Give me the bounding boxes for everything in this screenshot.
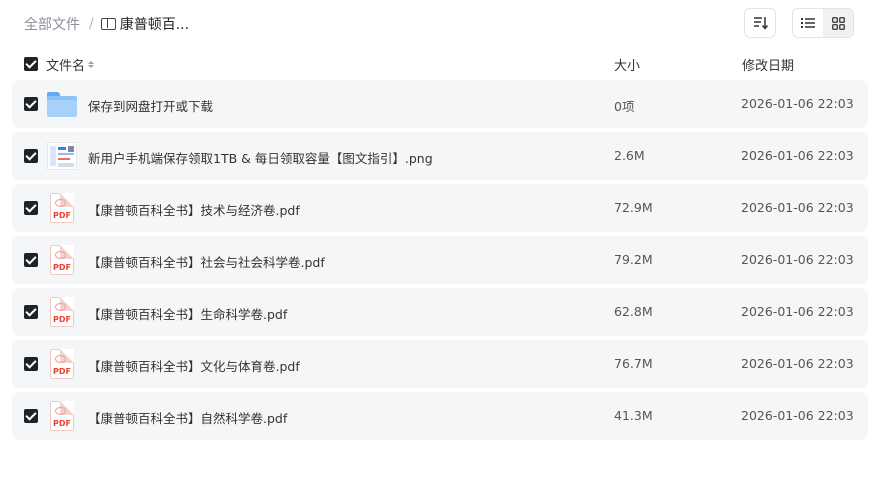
pdf-icon-label: PDF (53, 419, 71, 428)
top-bar: 全部文件 / 康普顿百... (0, 0, 878, 48)
row-checkbox[interactable] (24, 97, 38, 111)
pdf-icon: PDF (47, 245, 77, 275)
file-size: 72.9M (614, 200, 653, 215)
file-size: 0项 (614, 99, 635, 114)
file-date: 2026-01-06 22:03 (741, 356, 854, 371)
list-view-icon (801, 18, 815, 28)
file-row[interactable]: PDF 【康普顿百科全书】社会与社会科学卷.pdf 79.2M 2026-01-… (12, 236, 868, 284)
row-checkbox[interactable] (24, 409, 38, 423)
file-date: 2026-01-06 22:03 (741, 148, 854, 163)
file-name[interactable]: 【康普顿百科全书】自然科学卷.pdf (88, 408, 287, 427)
file-date: 2026-01-06 22:03 (741, 96, 854, 111)
pdf-icon: PDF (47, 349, 77, 379)
row-checkbox[interactable] (24, 149, 38, 163)
grid-view-button[interactable] (823, 9, 853, 37)
file-list-header: 文件名 大小 修改日期 (12, 50, 868, 78)
size-column-header: 大小 (614, 59, 641, 74)
file-row[interactable]: 新用户手机端保存领取1TB & 每日领取容量【图文指引】.png 2.6M 20… (12, 132, 868, 180)
breadcrumb-current-label: 康普顿百... (119, 17, 190, 33)
pdf-icon: PDF (47, 193, 77, 223)
file-date: 2026-01-06 22:03 (741, 408, 854, 423)
file-date: 2026-01-06 22:03 (741, 304, 854, 319)
sort-button[interactable] (744, 8, 776, 38)
row-checkbox[interactable] (24, 357, 38, 371)
select-all-checkbox[interactable] (24, 57, 38, 71)
view-toggle (792, 8, 854, 38)
pdf-icon-label: PDF (53, 367, 71, 376)
pdf-icon-label: PDF (53, 211, 71, 220)
pdf-icon: PDF (47, 401, 77, 431)
sort-icon (754, 17, 769, 30)
file-size: 79.2M (614, 252, 653, 267)
file-row[interactable]: PDF 【康普顿百科全书】文化与体育卷.pdf 76.7M 2026-01-06… (12, 340, 868, 388)
breadcrumb-separator: / (89, 16, 94, 32)
grid-view-icon (831, 16, 845, 30)
file-list: 保存到网盘打开或下载 0项 2026-01-06 22:03 新用户手机端保存领… (12, 80, 868, 444)
file-row[interactable]: 保存到网盘打开或下载 0项 2026-01-06 22:03 (12, 80, 868, 128)
book-icon (100, 18, 116, 30)
image-thumbnail-icon (47, 141, 77, 171)
pdf-icon-label: PDF (53, 263, 71, 272)
name-column-label: 文件名 (46, 59, 86, 74)
sort-arrows-icon (88, 61, 95, 68)
file-size: 76.7M (614, 356, 653, 371)
breadcrumb-root-link[interactable]: 全部文件 (24, 14, 80, 34)
row-checkbox[interactable] (24, 253, 38, 267)
file-name[interactable]: 保存到网盘打开或下载 (88, 96, 213, 115)
file-name[interactable]: 【康普顿百科全书】社会与社会科学卷.pdf (88, 252, 325, 271)
file-size: 2.6M (614, 148, 645, 163)
name-column-header[interactable]: 文件名 (46, 55, 95, 74)
file-date: 2026-01-06 22:03 (741, 200, 854, 215)
pdf-icon: PDF (47, 297, 77, 327)
breadcrumb-current: 康普顿百... (100, 14, 190, 34)
file-row[interactable]: PDF 【康普顿百科全书】自然科学卷.pdf 41.3M 2026-01-06 … (12, 392, 868, 440)
file-name[interactable]: 【康普顿百科全书】文化与体育卷.pdf (88, 356, 300, 375)
file-size: 62.8M (614, 304, 653, 319)
row-checkbox[interactable] (24, 201, 38, 215)
file-date: 2026-01-06 22:03 (741, 252, 854, 267)
row-checkbox[interactable] (24, 305, 38, 319)
file-size: 41.3M (614, 408, 653, 423)
file-row[interactable]: PDF 【康普顿百科全书】技术与经济卷.pdf 72.9M 2026-01-06… (12, 184, 868, 232)
file-name[interactable]: 【康普顿百科全书】技术与经济卷.pdf (88, 200, 300, 219)
list-view-button[interactable] (793, 9, 823, 37)
breadcrumb: 全部文件 / 康普顿百... (24, 14, 189, 34)
file-name[interactable]: 【康普顿百科全书】生命科学卷.pdf (88, 304, 287, 323)
pdf-icon-label: PDF (53, 315, 71, 324)
date-column-header: 修改日期 (742, 59, 795, 74)
folder-icon (47, 89, 77, 119)
file-name[interactable]: 新用户手机端保存领取1TB & 每日领取容量【图文指引】.png (88, 148, 433, 167)
file-row[interactable]: PDF 【康普顿百科全书】生命科学卷.pdf 62.8M 2026-01-06 … (12, 288, 868, 336)
